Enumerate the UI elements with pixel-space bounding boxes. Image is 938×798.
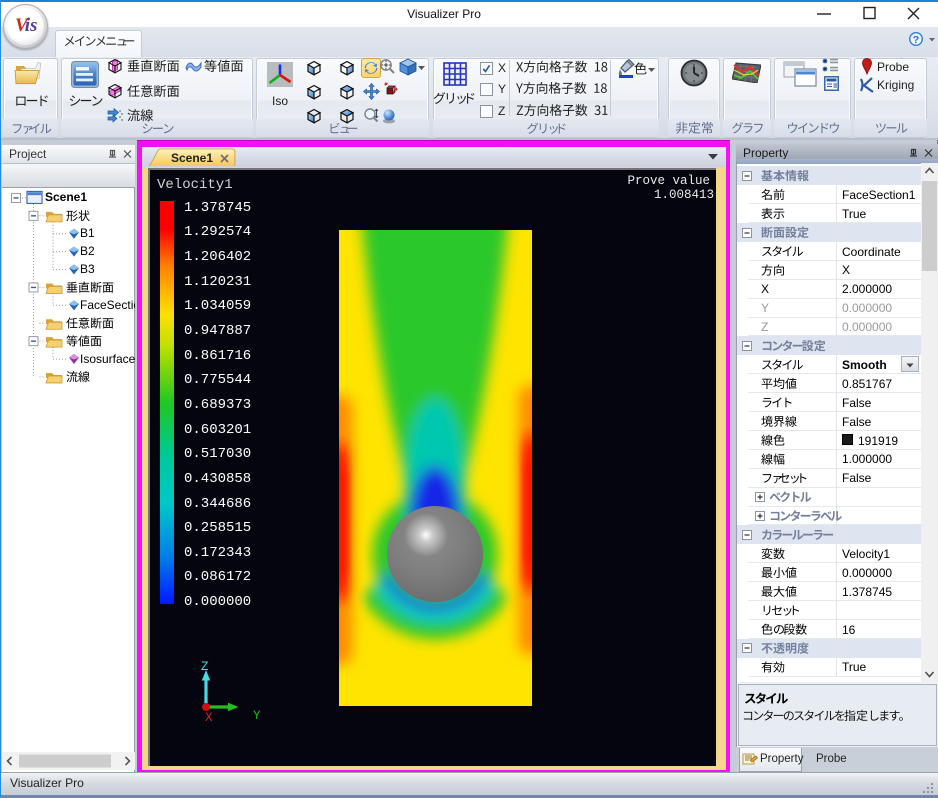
svg-text:Z: Z [201, 660, 209, 674]
svg-text:X: X [205, 711, 213, 725]
svg-text:?: ? [913, 34, 919, 46]
svg-text:Y: Y [253, 709, 261, 723]
